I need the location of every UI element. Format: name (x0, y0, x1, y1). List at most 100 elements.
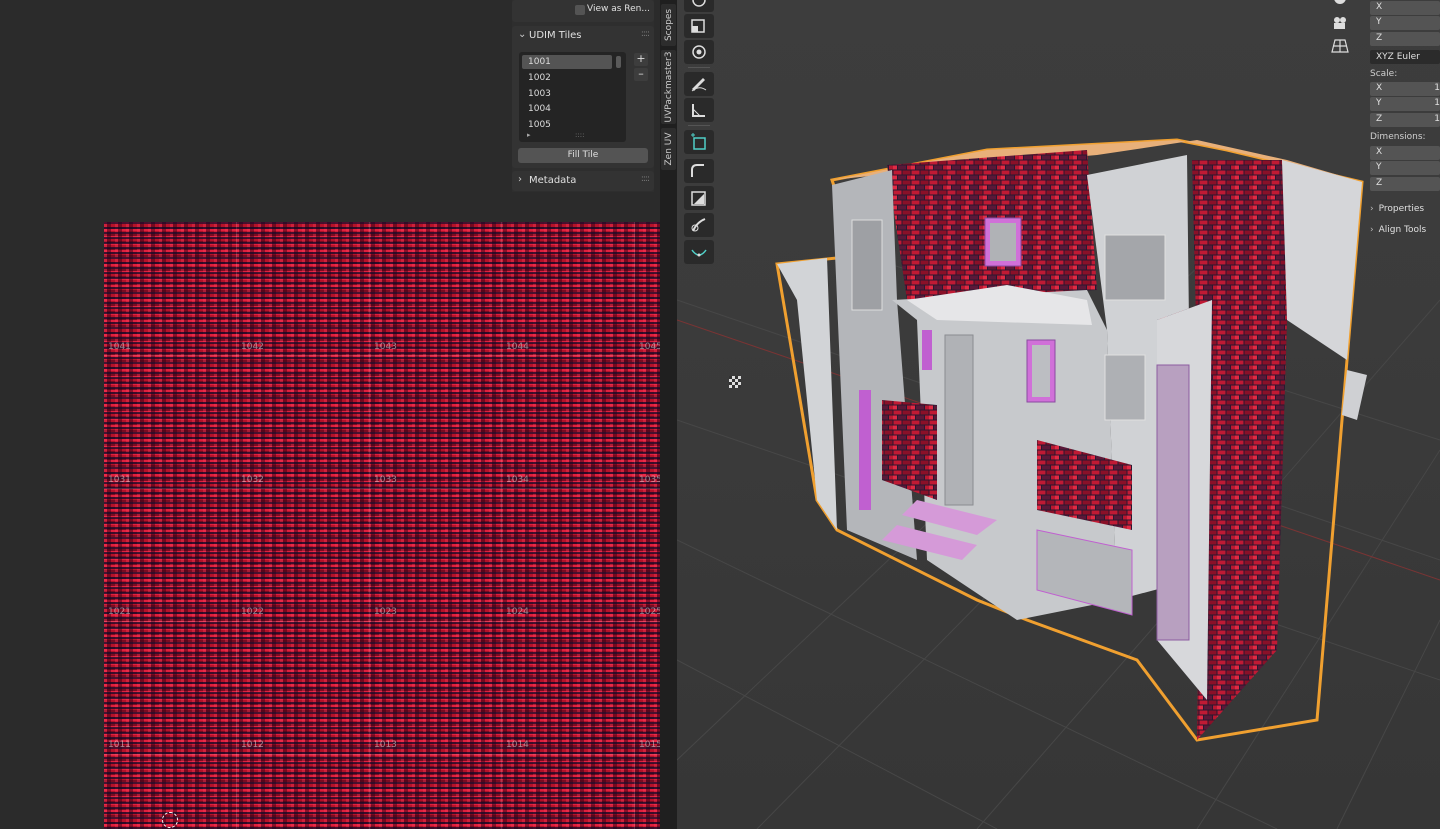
udim-tile-label: 1032 (241, 475, 264, 485)
axis-label: Z (1376, 178, 1383, 188)
dimensions-label: Dimensions: (1370, 132, 1426, 142)
tool-add-cube[interactable] (684, 130, 714, 154)
tool-annotate[interactable] (684, 72, 714, 96)
udim-tile-item[interactable]: 1004 (522, 102, 612, 116)
toolbar-separator (688, 67, 710, 68)
scale-label: Scale: (1370, 69, 1398, 79)
bevel-icon (691, 164, 704, 177)
tool-bevel[interactable] (684, 159, 714, 183)
uv-texture-canvas[interactable]: 1041 1042 1043 1044 1045 1031 1032 1033 … (104, 222, 660, 829)
sidebar-tabs: Scopes UVPackmaster3 Zen UV (660, 0, 677, 829)
shrink-fatten-icon (691, 249, 707, 257)
3d-viewport[interactable] (677, 0, 1440, 829)
udim-tile-label: 1021 (108, 607, 131, 617)
tool-scale[interactable] (684, 14, 714, 38)
transform-icon (692, 45, 706, 59)
udim-tile-item[interactable]: 1002 (522, 71, 612, 85)
tool-inset[interactable] (684, 186, 714, 210)
tab-zen-uv[interactable]: Zen UV (661, 128, 676, 170)
rotation-y-field[interactable]: Y (1370, 16, 1440, 30)
udim-tile-item[interactable]: 1003 (522, 87, 612, 101)
scale-z-field[interactable]: Z1 (1370, 113, 1440, 127)
udim-tile-label: 1041 (108, 342, 131, 352)
rotation-mode-dropdown[interactable]: XYZ Euler (1370, 50, 1440, 64)
udim-tile-label: 1044 (506, 342, 529, 352)
add-tile-button[interactable]: + (634, 53, 648, 66)
udim-tile-label: 1035 (639, 475, 660, 485)
udim-tile-label: 1023 (374, 607, 397, 617)
checker-icon[interactable] (729, 376, 741, 388)
dimension-x-field[interactable]: X (1370, 146, 1440, 160)
axis-label: X (1376, 83, 1383, 93)
add-cube-icon (691, 133, 706, 150)
chevron-down-icon: ⌄ (518, 29, 527, 40)
udim-tile-label: 1031 (108, 475, 131, 485)
grid-perspective-icon (1331, 39, 1349, 53)
tool-measure[interactable] (684, 98, 714, 122)
udim-tile-label: 1014 (506, 740, 529, 750)
chevron-right-icon: › (1370, 204, 1374, 214)
drag-grip-icon[interactable]: :::: (641, 29, 650, 39)
axis-label: Y (1376, 17, 1382, 27)
udim-tile-label: 1015 (639, 740, 660, 750)
metadata-panel: › Metadata :::: (512, 171, 654, 191)
scale-icon (691, 19, 705, 33)
udim-tile-label: 1043 (374, 342, 397, 352)
toolbar-separator (688, 125, 710, 126)
drag-grip-icon[interactable]: :::: (641, 174, 650, 184)
camera-icon (1334, 17, 1346, 29)
udim-grid-line (104, 754, 660, 755)
view-as-render-checkbox[interactable] (575, 5, 585, 15)
metadata-header[interactable]: › Metadata :::: (512, 171, 654, 191)
expand-list-icon[interactable]: ▸ (527, 131, 531, 139)
transform-properties: X Y Z Scale: X1 Y1 Z1 Dimensions: X Y Z … (1366, 0, 1440, 240)
remove-tile-button[interactable]: – (634, 68, 648, 81)
scale-x-field[interactable]: X1 (1370, 82, 1440, 96)
udim-grid-line (369, 222, 370, 829)
inset-icon (691, 191, 706, 206)
align-tools-section-header[interactable]: › Align Tools (1370, 225, 1426, 235)
tab-label: UVPackmaster3 (663, 51, 674, 123)
align-tools-section-label: Align Tools (1378, 225, 1427, 235)
resize-grip-icon[interactable]: :::: (575, 131, 584, 139)
udim-tiles-title: UDIM Tiles (529, 30, 582, 41)
rotation-x-field[interactable]: X (1370, 1, 1440, 15)
axis-label: Z (1376, 114, 1383, 124)
udim-grid-line (104, 488, 660, 489)
udim-tile-item[interactable]: 1005 (522, 118, 612, 132)
udim-tile-item[interactable]: 1001 (522, 55, 612, 69)
tab-label: Scopes (663, 8, 674, 42)
scale-x-value: 1 (1434, 83, 1440, 93)
tool-shelf (684, 0, 714, 266)
navigation-gizmo (1328, 0, 1352, 60)
scale-y-field[interactable]: Y1 (1370, 97, 1440, 111)
2d-cursor[interactable] (162, 812, 178, 828)
dimension-z-field[interactable]: Z (1370, 177, 1440, 191)
tab-scopes[interactable]: Scopes (661, 4, 676, 46)
annotate-icon (691, 78, 707, 92)
udim-tile-label: 1024 (506, 607, 529, 617)
udim-list-scrollbar[interactable] (616, 56, 621, 68)
dimension-y-field[interactable]: Y (1370, 161, 1440, 175)
udim-tile-label: 1013 (374, 740, 397, 750)
scale-z-value: 1 (1434, 114, 1440, 124)
tool-transform[interactable] (684, 40, 714, 64)
tool-rotate[interactable] (684, 0, 714, 12)
building-model[interactable] (775, 138, 1367, 742)
tool-shrink-fatten[interactable] (684, 240, 714, 264)
tool-smooth[interactable] (684, 213, 714, 237)
udim-tiles-header[interactable]: ⌄ UDIM Tiles :::: (512, 26, 654, 46)
axis-label: Z (1376, 33, 1383, 43)
scale-y-value: 1 (1434, 98, 1440, 108)
camera-view-button[interactable] (1328, 14, 1352, 34)
udim-tile-label: 1022 (241, 607, 264, 617)
tab-uvpackmaster3[interactable]: UVPackmaster3 (661, 50, 676, 124)
hand-icon (1334, 0, 1346, 4)
rotation-z-field[interactable]: Z (1370, 32, 1440, 46)
udim-tile-list[interactable]: 1001 1002 1003 1004 1005 ▸ :::: (519, 52, 626, 142)
pan-hand-button[interactable] (1328, 0, 1352, 12)
perspective-toggle-button[interactable] (1328, 37, 1352, 57)
properties-section-header[interactable]: › Properties (1370, 204, 1424, 214)
udim-grid-line (104, 355, 660, 356)
fill-tile-button[interactable]: Fill Tile (518, 148, 648, 163)
